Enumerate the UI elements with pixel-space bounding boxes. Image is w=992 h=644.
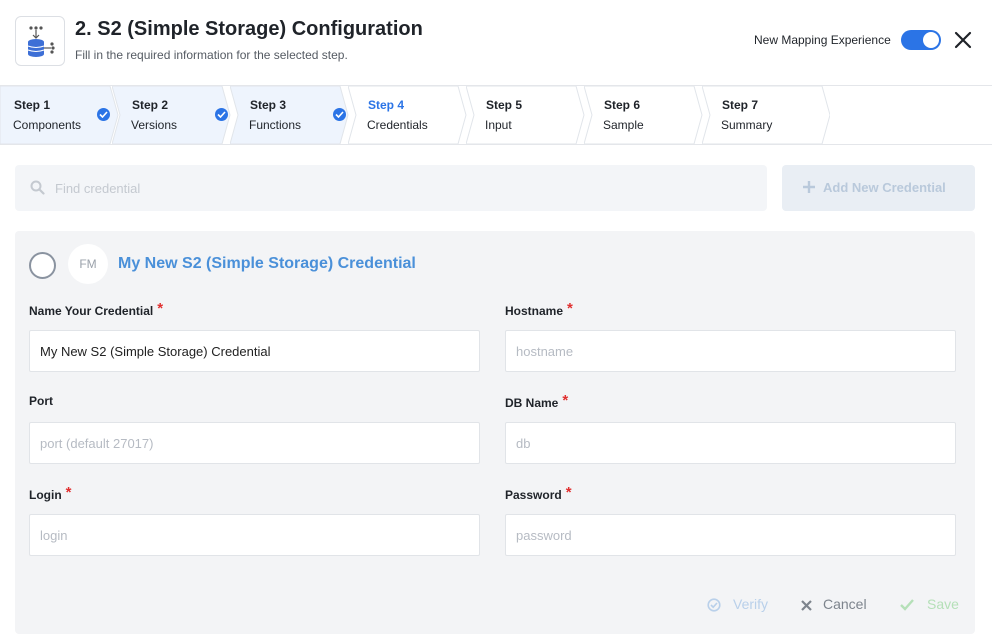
step-4[interactable]: Step 4 Credentials — [348, 86, 467, 144]
step-navigation: Step 1 Components Step 2 Versions Step 3… — [0, 86, 992, 145]
step-number: Step 4 — [368, 98, 405, 112]
credential-name-field[interactable] — [29, 330, 480, 372]
step-number: Step 6 — [604, 98, 641, 112]
close-button[interactable] — [953, 30, 973, 50]
cancel-label: Cancel — [823, 596, 867, 612]
add-new-credential-label: Add New Credential — [823, 180, 946, 195]
required-marker: * — [565, 484, 572, 501]
check-icon — [215, 108, 228, 121]
login-field-label: Login * — [29, 484, 72, 503]
save-button[interactable]: Save — [900, 595, 965, 615]
step-number: Step 2 — [132, 98, 169, 112]
check-icon — [97, 108, 110, 121]
step-shape — [466, 86, 585, 144]
step-label: Summary — [721, 118, 773, 132]
step-number: Step 1 — [14, 98, 51, 112]
step-label: Components — [13, 118, 82, 132]
port-field[interactable] — [29, 422, 480, 464]
page-subtitle: Fill in the required information for the… — [75, 48, 348, 62]
cancel-button[interactable]: Cancel — [800, 595, 880, 615]
search-icon — [30, 180, 45, 195]
required-marker: * — [157, 300, 164, 317]
mapping-experience-toggle[interactable] — [901, 30, 941, 50]
database-flow-icon — [27, 26, 55, 57]
password-field-label: Password * — [505, 484, 572, 503]
page-title: 2. S2 (Simple Storage) Configuration — [75, 18, 423, 40]
required-marker: * — [65, 484, 72, 501]
step-label: Sample — [603, 118, 644, 132]
save-check-icon — [900, 599, 914, 611]
add-new-credential-button[interactable]: Add New Credential — [782, 165, 975, 211]
hostname-label-text: Hostname — [505, 304, 564, 318]
search-input[interactable] — [55, 165, 755, 211]
name-field-label: Name Your Credential * — [29, 300, 164, 319]
dbname-label-text: DB Name — [505, 396, 559, 410]
step-shape — [584, 86, 703, 144]
step-number: Step 3 — [250, 98, 287, 112]
required-marker: * — [562, 392, 569, 409]
step-number: Step 7 — [722, 98, 759, 112]
dbname-field-label: DB Name * — [505, 392, 569, 411]
verify-check-circle-icon — [707, 598, 721, 612]
name-label-text: Name Your Credential — [29, 304, 154, 318]
step-label: Versions — [131, 118, 178, 132]
login-field[interactable] — [29, 514, 480, 556]
credential-title: My New S2 (Simple Storage) Credential — [118, 255, 416, 272]
step-shape — [348, 86, 467, 144]
step-shape — [702, 86, 830, 144]
step-6[interactable]: Step 6 Sample — [584, 86, 703, 144]
step-1[interactable]: Step 1 Components — [0, 86, 119, 144]
save-label: Save — [927, 596, 959, 612]
verify-label: Verify — [733, 596, 769, 612]
dialog-header: 2. S2 (Simple Storage) Configuration Fil… — [0, 0, 992, 86]
step-5[interactable]: Step 5 Input — [466, 86, 585, 144]
login-label-text: Login — [29, 488, 62, 502]
hostname-field[interactable] — [505, 330, 956, 372]
credential-card: FM My New S2 (Simple Storage) Credential… — [15, 231, 975, 634]
step-3[interactable]: Step 3 Functions — [230, 86, 349, 144]
mapping-toggle-label: New Mapping Experience — [754, 33, 891, 47]
dbname-field[interactable] — [505, 422, 956, 464]
hostname-field-label: Hostname * — [505, 300, 573, 319]
password-field[interactable] — [505, 514, 956, 556]
step-number: Step 5 — [486, 98, 523, 112]
password-label-text: Password — [505, 488, 562, 502]
credential-search — [15, 165, 767, 211]
verify-button[interactable]: Verify — [707, 595, 777, 615]
step-label: Credentials — [367, 118, 428, 132]
step-label: Functions — [249, 118, 302, 132]
port-label-text: Port — [29, 394, 53, 408]
plus-icon — [803, 181, 815, 193]
step-7[interactable]: Step 7 Summary — [702, 86, 830, 144]
component-logo — [15, 16, 65, 66]
avatar: FM — [68, 244, 108, 284]
check-icon — [333, 108, 346, 121]
port-field-label: Port — [29, 394, 53, 408]
toggle-knob — [923, 32, 939, 48]
step-2[interactable]: Step 2 Versions — [112, 86, 231, 144]
close-icon — [954, 31, 972, 49]
credential-select-radio[interactable] — [29, 252, 56, 279]
cancel-x-icon — [801, 600, 812, 611]
required-marker: * — [567, 300, 573, 317]
step-label: Input — [485, 118, 512, 132]
